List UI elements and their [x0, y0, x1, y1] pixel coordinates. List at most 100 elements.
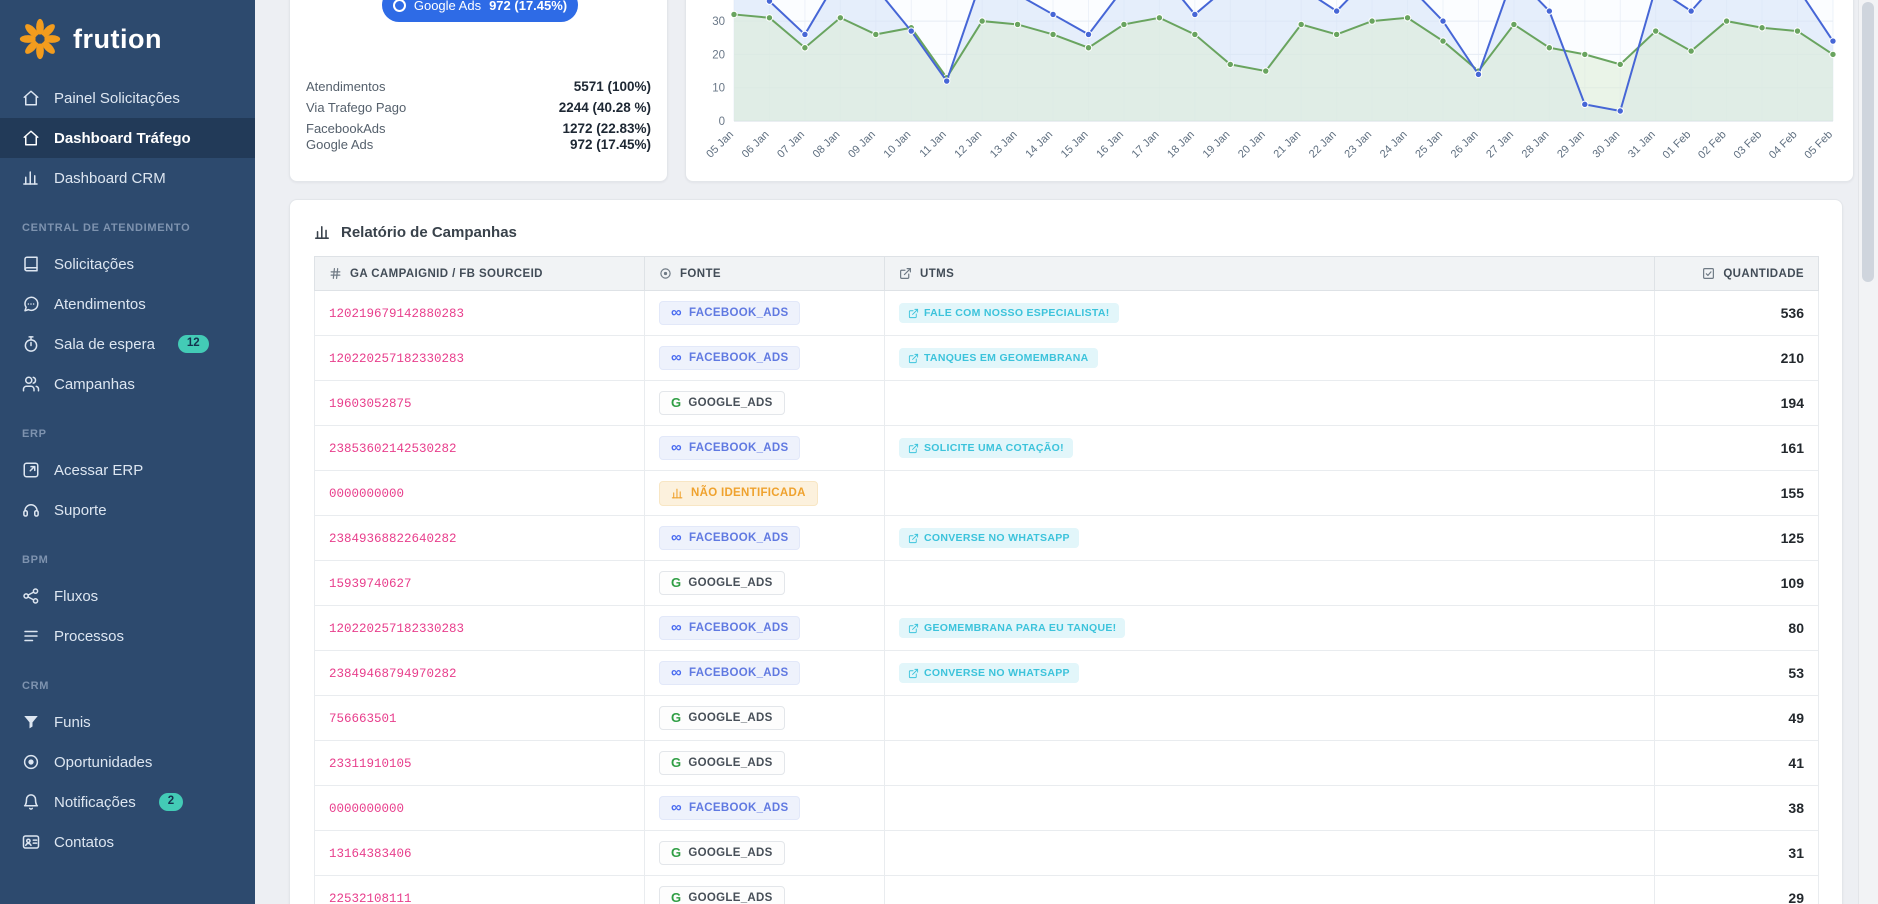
table-row: 23853602142530282∞FACEBOOK_ADSSOLICITE U… [315, 426, 1819, 471]
meta-icon: ∞ [671, 622, 682, 634]
svg-text:28 Jan: 28 Jan [1520, 129, 1552, 161]
book-icon [22, 255, 40, 273]
external-link-icon [908, 668, 919, 679]
fonte-badge-label: FACEBOOK_ADS [689, 622, 788, 635]
utm-link[interactable]: FALE COM NOSSO ESPECIALISTA! [899, 303, 1119, 324]
scrollbar-thumb[interactable] [1862, 2, 1874, 282]
check-square-icon [1702, 267, 1715, 280]
svg-text:20: 20 [712, 49, 725, 61]
utm-link[interactable]: CONVERSE NO WHATSAPP [899, 528, 1079, 549]
sidebar-item-label: Dashboard CRM [54, 170, 166, 187]
sidebar-item-oportunidades[interactable]: Oportunidades [0, 742, 255, 782]
sidebar-item-fluxos[interactable]: Fluxos [0, 576, 255, 616]
utm-cell: CONVERSE NO WHATSAPP [885, 516, 1655, 561]
fonte-badge-label: NÃO IDENTIFICADA [691, 487, 806, 500]
brand[interactable]: frution [0, 0, 255, 78]
quantity-cell: 125 [1655, 516, 1819, 561]
sidebar-item-painel-solicitacoes[interactable]: Painel Solicitações [0, 78, 255, 118]
svg-text:15 Jan: 15 Jan [1059, 129, 1091, 161]
sidebar-item-dashboard-crm[interactable]: Dashboard CRM [0, 158, 255, 198]
utm-cell [885, 876, 1655, 904]
col-header-label: FONTE [680, 268, 721, 280]
fonte-badge-label: FACEBOOK_ADS [689, 532, 788, 545]
sidebar-item-campanhas[interactable]: Campanhas [0, 364, 255, 404]
count-badge: 2 [159, 793, 183, 811]
sidebar-item-dashboard-trafego[interactable]: Dashboard Tráfego [0, 118, 255, 158]
col-header-label: QUANTIDADE [1723, 268, 1804, 280]
google-icon: G [671, 757, 681, 769]
circle-dot-icon [659, 267, 672, 280]
utm-link[interactable]: TANQUES EM GEOMEMBRANA [899, 348, 1098, 369]
sidebar-item-sala-de-espera[interactable]: Sala de espera12 [0, 324, 255, 364]
headset-icon [22, 501, 40, 519]
sidebar-item-solicitacoes[interactable]: Solicitações [0, 244, 255, 284]
sidebar-item-label: Solicitações [54, 256, 134, 273]
quantity-cell: 109 [1655, 561, 1819, 606]
quantity-cell: 194 [1655, 381, 1819, 426]
col-header-quantidade[interactable]: QUANTIDADE [1655, 257, 1819, 291]
sidebar-item-contatos[interactable]: Contatos [0, 822, 255, 862]
table-row: 0000000000∞FACEBOOK_ADS38 [315, 786, 1819, 831]
external-link-icon [908, 443, 919, 454]
fonte-badge-label: GOOGLE_ADS [688, 847, 772, 860]
sidebar-item-processos[interactable]: Processos [0, 616, 255, 656]
utm-link[interactable]: SOLICITE UMA COTAÇÃO! [899, 438, 1073, 459]
sidebar-item-label: Fluxos [54, 588, 98, 605]
campaign-id: 120220257182330283 [329, 352, 464, 366]
fonte-badge: NÃO IDENTIFICADA [659, 481, 818, 506]
main-content: Google Ads 972 (17.45%) Atendimentos 557… [255, 0, 1859, 904]
stat-row: Via Trafego Pago 2244 (40.28 %) [306, 100, 651, 115]
meta-icon: ∞ [671, 802, 682, 814]
sidebar-item-atendimentos[interactable]: Atendimentos [0, 284, 255, 324]
external-link-icon [899, 267, 912, 280]
sidebar-item-funis[interactable]: Funis [0, 702, 255, 742]
utm-label: GEOMEMBRANA PARA EU TANQUE! [924, 622, 1116, 635]
svg-text:18 Jan: 18 Jan [1165, 129, 1197, 161]
quantity-cell: 161 [1655, 426, 1819, 471]
sidebar-item-acessar-erp[interactable]: Acessar ERP [0, 450, 255, 490]
svg-text:30: 30 [712, 16, 725, 28]
svg-text:30 Jan: 30 Jan [1591, 129, 1623, 161]
google-ads-legend-button[interactable]: Google Ads 972 (17.45%) [382, 0, 578, 22]
fonte-badge: GGOOGLE_ADS [659, 391, 785, 416]
svg-text:27 Jan: 27 Jan [1484, 129, 1516, 161]
table-row: 19603052875GGOOGLE_ADS194 [315, 381, 1819, 426]
utm-link[interactable]: GEOMEMBRANA PARA EU TANQUE! [899, 618, 1125, 639]
page-scrollbar[interactable] [1858, 0, 1878, 904]
bar-chart-icon [671, 487, 684, 500]
sidebar-item-label: Dashboard Tráfego [54, 130, 191, 147]
fonte-badge-label: FACEBOOK_ADS [689, 667, 788, 680]
bell-icon [22, 793, 40, 811]
utm-cell [885, 471, 1655, 516]
campaign-id-cell: 0000000000 [315, 471, 645, 516]
home-icon [22, 129, 40, 147]
quantity-cell: 53 [1655, 651, 1819, 696]
stat-value: 5571 (100%) [574, 79, 651, 94]
col-header-utms[interactable]: UTMS [885, 257, 1655, 291]
stat-value: 972 (17.45%) [570, 137, 651, 152]
fonte-cell: NÃO IDENTIFICADA [645, 471, 885, 516]
col-header-fonte[interactable]: FONTE [645, 257, 885, 291]
col-header-campaignid[interactable]: GA CAMPAIGNID / FB SOURCEID [315, 257, 645, 291]
google-icon: G [671, 577, 681, 589]
table-row: 22532108111GGOOGLE_ADS29 [315, 876, 1819, 904]
table-row: 23849468794970282∞FACEBOOK_ADSCONVERSE N… [315, 651, 1819, 696]
sidebar-item-suporte[interactable]: Suporte [0, 490, 255, 530]
utm-label: TANQUES EM GEOMEMBRANA [924, 352, 1089, 365]
fonte-cell: GGOOGLE_ADS [645, 381, 885, 426]
utm-link[interactable]: CONVERSE NO WHATSAPP [899, 663, 1079, 684]
sidebar-item-notificacoes[interactable]: Notificações2 [0, 782, 255, 822]
svg-text:24 Jan: 24 Jan [1378, 129, 1410, 161]
meta-icon: ∞ [671, 307, 682, 319]
campaign-table: GA CAMPAIGNID / FB SOURCEID FONTE [314, 256, 1819, 904]
sidebar-item-label: Atendimentos [54, 296, 146, 313]
campaign-id: 756663501 [329, 712, 397, 726]
svg-text:10: 10 [712, 83, 725, 95]
google-icon: G [671, 397, 681, 409]
fonte-cell: GGOOGLE_ADS [645, 696, 885, 741]
sidebar-item-label: Processos [54, 628, 124, 645]
sidebar-section-bpm: BPM [0, 530, 255, 576]
meta-icon: ∞ [671, 352, 682, 364]
svg-text:10 Jan: 10 Jan [882, 129, 914, 161]
fonte-badge-label: GOOGLE_ADS [688, 712, 772, 725]
